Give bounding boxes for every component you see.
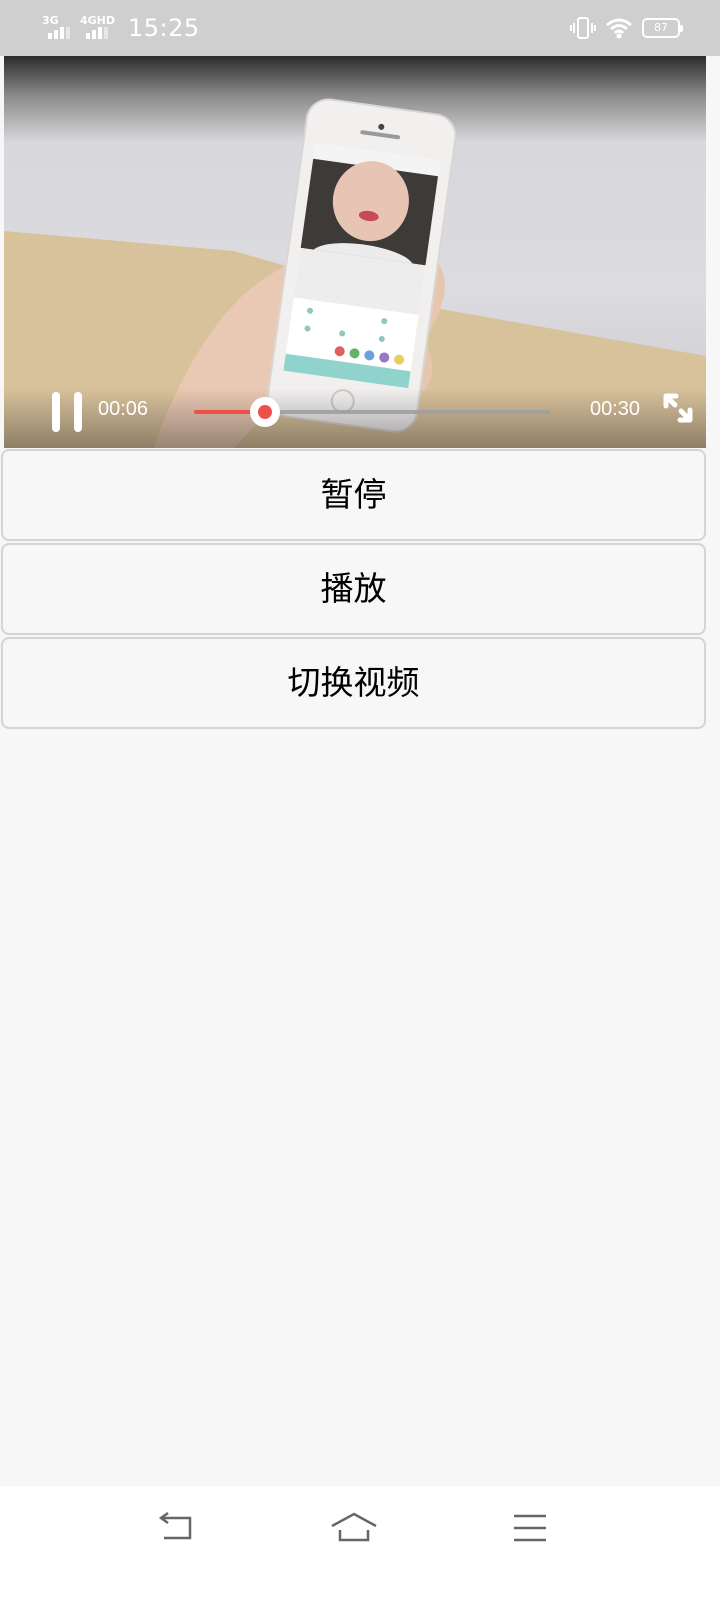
network-3g-label: 3G: [42, 14, 59, 27]
seek-thumb[interactable]: [250, 397, 281, 427]
signal-bars-icon: [86, 27, 108, 39]
pause-button[interactable]: 暂停: [1, 449, 706, 541]
pause-bar-icon: [74, 392, 82, 432]
vibrate-icon: [570, 17, 596, 39]
battery-level: 87: [654, 21, 668, 34]
network-3g-indicator: 3G: [42, 15, 72, 41]
status-left: 3G 4GHD 15:25: [42, 12, 200, 44]
pause-bar-icon: [52, 392, 60, 432]
battery-icon: 87: [642, 18, 683, 38]
video-pause-button[interactable]: [50, 392, 84, 432]
fullscreen-icon[interactable]: [658, 388, 698, 428]
network-4g-label: 4GHD: [80, 14, 116, 27]
switch-video-button[interactable]: 切换视频: [1, 637, 706, 729]
network-4g-indicator: 4GHD: [80, 14, 116, 41]
menu-icon[interactable]: [500, 1508, 560, 1548]
status-clock: 15:25: [128, 14, 200, 42]
play-button[interactable]: 播放: [1, 543, 706, 635]
home-icon[interactable]: [324, 1508, 384, 1548]
video-player[interactable]: 00:06 00:30: [4, 56, 706, 448]
back-icon[interactable]: [148, 1508, 208, 1548]
navigation-bar: [0, 1486, 720, 1600]
duration-time: 00:30: [590, 398, 641, 420]
status-bar: 3G 4GHD 15:25 87: [0, 0, 720, 56]
seek-bar[interactable]: [194, 397, 550, 427]
status-right: 87: [570, 14, 683, 42]
current-time: 00:06: [98, 398, 149, 420]
video-controls: 00:06 00:30: [4, 388, 706, 448]
wifi-icon: [606, 18, 632, 39]
signal-bars-icon: [48, 27, 70, 39]
